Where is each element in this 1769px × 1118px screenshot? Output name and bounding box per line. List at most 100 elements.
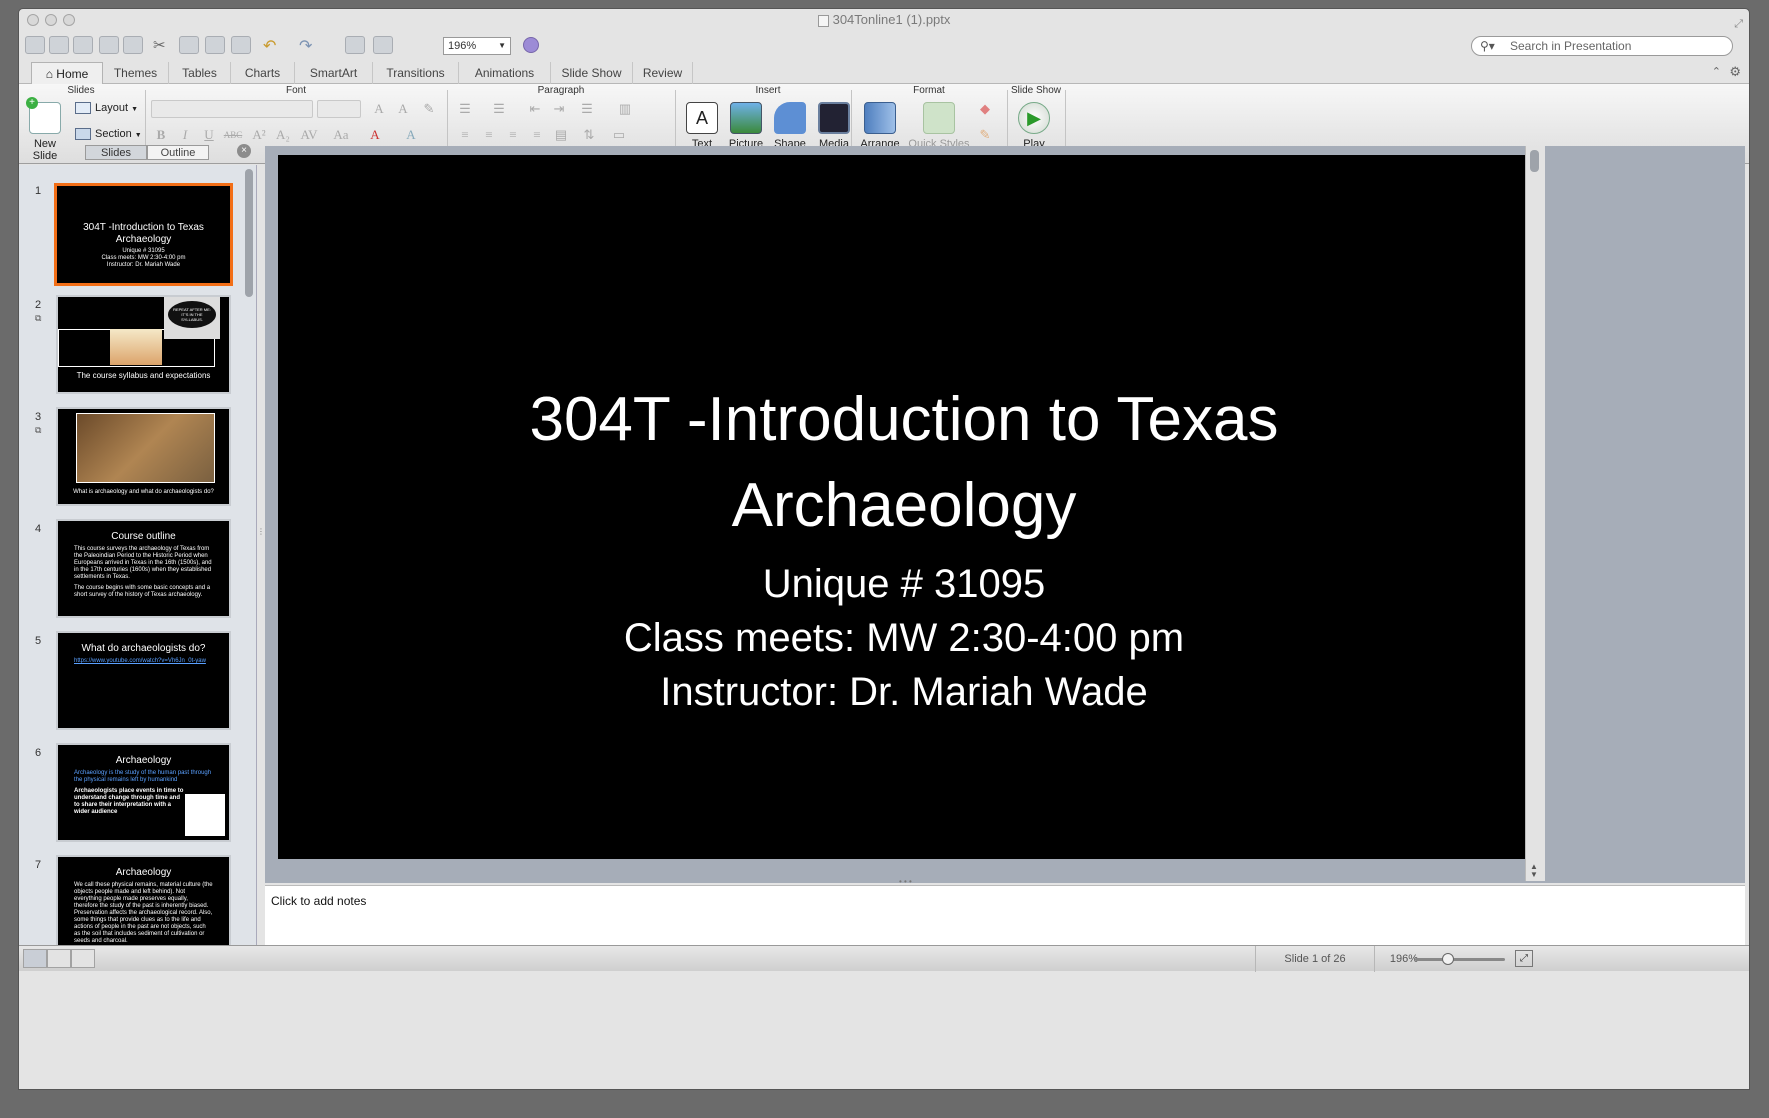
scroll-arrows-icon[interactable]: ▲ ▼ <box>1530 863 1538 879</box>
thumbnail-slide-3[interactable]: What is archaeology and what do archaeol… <box>56 407 231 506</box>
minimize-window-button[interactable] <box>45 14 57 26</box>
zoom-select[interactable]: 196% ▼ <box>443 37 511 55</box>
bullets-icon[interactable]: ☰ <box>455 100 475 118</box>
presenter-icon[interactable] <box>373 36 393 54</box>
change-case-icon[interactable]: Aa <box>331 126 351 144</box>
thumb-title: What do archaeologists do? <box>81 643 206 654</box>
strikethrough-icon[interactable]: ABC <box>223 126 243 144</box>
slide-scrollbar[interactable]: ▲ ▼ <box>1525 146 1545 881</box>
search-input[interactable]: ⚲▾ Search in Presentation <box>1471 36 1733 56</box>
slideshow-view-button[interactable] <box>71 949 95 968</box>
tab-charts[interactable]: Charts <box>231 62 295 84</box>
thumb-clipart-image <box>185 794 225 836</box>
tab-slides[interactable]: Slides <box>85 145 147 160</box>
text-effects-icon[interactable]: A <box>401 126 421 144</box>
zoom-slider[interactable] <box>1415 953 1505 965</box>
help-icon[interactable] <box>523 37 539 53</box>
cut-icon[interactable]: ✂ <box>153 36 173 54</box>
format-painter-icon[interactable] <box>231 36 251 54</box>
thumbnail-slide-7[interactable]: Archaeology We call these physical remai… <box>56 855 231 945</box>
tab-smartart[interactable]: SmartArt <box>295 62 373 84</box>
zoom-window-button[interactable] <box>63 14 75 26</box>
open-icon[interactable] <box>73 36 93 54</box>
thumbnail-slide-2[interactable]: REPEAT AFTER ME: IT'S IN THE SYLLABUS. T… <box>56 295 231 394</box>
paragraph-group-title: Paragraph <box>537 85 585 96</box>
slide-unique-number: Unique # 31095 <box>762 562 1046 606</box>
layout-icon <box>75 102 91 115</box>
tab-tables[interactable]: Tables <box>169 62 231 84</box>
text-direction-icon[interactable]: ⇅ <box>579 126 599 144</box>
font-name-select[interactable] <box>151 100 313 118</box>
decrease-font-icon[interactable]: A <box>393 100 413 118</box>
increase-indent-icon[interactable]: ⇥ <box>549 100 569 118</box>
line-color-icon[interactable]: ✎ <box>975 126 995 144</box>
thumbnail-scrollbar[interactable] <box>245 169 253 297</box>
current-slide[interactable]: 304T -Introduction to Texas Archaeology … <box>278 155 1530 859</box>
tab-animations[interactable]: Animations <box>459 62 551 84</box>
underline-icon[interactable]: U <box>199 126 219 144</box>
copy-icon[interactable] <box>179 36 199 54</box>
section-button[interactable]: Section ▼ <box>75 124 142 144</box>
print-icon[interactable] <box>123 36 143 54</box>
align-text-icon[interactable]: ▭ <box>609 126 629 144</box>
save-icon[interactable] <box>99 36 119 54</box>
decrease-indent-icon[interactable]: ⇤ <box>525 100 545 118</box>
notes-pane[interactable]: Click to add notes <box>265 885 1745 945</box>
distribute-icon[interactable]: ▤ <box>551 126 571 144</box>
thumbnail-slide-4[interactable]: Course outline This course surveys the a… <box>56 519 231 618</box>
thumb-title: The course syllabus and expectations <box>76 371 211 380</box>
thumb-line: Unique # 31095 <box>122 248 165 254</box>
undo-icon[interactable]: ↶ <box>263 36 291 55</box>
slide-subtitle[interactable]: Unique # 31095 Class meets: MW 2:30-4:00… <box>278 557 1530 719</box>
character-spacing-icon[interactable]: AV <box>299 126 319 144</box>
subscript-icon[interactable]: A₂ <box>273 126 293 144</box>
zoom-slider-knob[interactable] <box>1442 953 1455 965</box>
align-right-icon[interactable]: ≡ <box>503 126 523 144</box>
slide-sorter-view-button[interactable] <box>47 949 71 968</box>
scroll-thumb[interactable] <box>1530 150 1539 172</box>
gear-icon[interactable]: ⚙ <box>1729 64 1741 80</box>
pane-resize-handle[interactable]: ⋮ <box>257 528 265 536</box>
close-pane-icon[interactable]: × <box>237 144 251 158</box>
chevron-down-icon: ▼ <box>498 41 506 50</box>
thumbnail-slide-5[interactable]: What do archaeologists do? https://www.y… <box>56 631 231 730</box>
tab-outline[interactable]: Outline <box>147 145 209 160</box>
slide-title[interactable]: 304T -Introduction to Texas Archaeology <box>278 377 1530 549</box>
clear-format-icon[interactable]: ✎ <box>419 100 439 118</box>
close-window-button[interactable] <box>27 14 39 26</box>
italic-icon[interactable]: I <box>175 126 195 144</box>
collapse-ribbon-icon[interactable]: ⌃ <box>1712 65 1721 78</box>
font-color-icon[interactable]: A <box>365 126 385 144</box>
redo-icon[interactable]: ↷ <box>299 36 327 55</box>
layout-button[interactable]: Layout ▼ <box>75 98 138 118</box>
bold-icon[interactable]: B <box>151 126 171 144</box>
justify-icon[interactable]: ≡ <box>527 126 547 144</box>
tab-slide-show[interactable]: Slide Show <box>551 62 633 84</box>
layout-label: Layout <box>95 102 129 114</box>
new-presentation-icon[interactable] <box>25 36 45 54</box>
increase-font-icon[interactable]: A <box>369 100 389 118</box>
tab-home-label: Home <box>56 67 89 81</box>
font-size-select[interactable] <box>317 100 361 118</box>
superscript-icon[interactable]: A² <box>249 126 269 144</box>
tab-transitions[interactable]: Transitions <box>373 62 459 84</box>
fill-color-icon[interactable]: ◆ <box>975 100 995 118</box>
normal-view-button[interactable] <box>23 949 47 968</box>
new-slide-label: New Slide <box>32 138 58 162</box>
numbering-icon[interactable]: ☰ <box>489 100 509 118</box>
thumbnail-slide-1[interactable]: 304T -Introduction to Texas Archaeology … <box>54 183 233 286</box>
tab-themes[interactable]: Themes <box>103 62 169 84</box>
tab-review[interactable]: Review <box>633 62 693 84</box>
thumbnail-slide-6[interactable]: Archaeology Archaeology is the study of … <box>56 743 231 842</box>
align-left-icon[interactable]: ≡ <box>455 126 475 144</box>
slide-sorter-icon[interactable] <box>345 36 365 54</box>
line-spacing-icon[interactable]: ☰ <box>577 100 597 118</box>
tab-home[interactable]: ⌂ Home <box>31 62 103 84</box>
templates-icon[interactable] <box>49 36 69 54</box>
align-center-icon[interactable]: ≡ <box>479 126 499 144</box>
text-box-icon: A <box>686 102 718 134</box>
columns-icon[interactable]: ▥ <box>615 100 635 118</box>
fit-to-window-icon[interactable]: ⤢ <box>1515 950 1533 967</box>
new-slide-button[interactable]: + New Slide <box>21 97 69 162</box>
paste-icon[interactable] <box>205 36 225 54</box>
